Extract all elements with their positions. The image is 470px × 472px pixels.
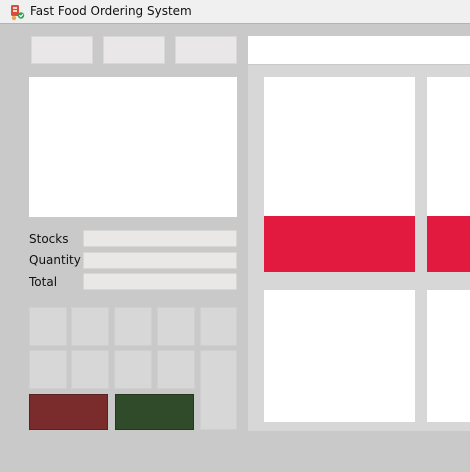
stocks-field[interactable] — [83, 230, 237, 247]
search-field[interactable] — [248, 36, 470, 64]
total-label: Total — [29, 275, 58, 289]
keypad-key-2[interactable] — [71, 307, 109, 346]
menu-card-2[interactable] — [427, 77, 470, 216]
keypad-key-4[interactable] — [157, 307, 195, 346]
menu-card-2-band[interactable] — [427, 216, 470, 272]
keypad-key-5[interactable] — [200, 307, 237, 346]
keypad-key-3[interactable] — [114, 307, 152, 346]
keypad-key-9[interactable] — [157, 350, 195, 389]
food-order-icon — [8, 3, 26, 21]
menu-card-1[interactable] — [264, 77, 415, 216]
top-button-2[interactable] — [103, 36, 165, 64]
food-order-icon-svg — [11, 5, 25, 21]
menu-card-1-band[interactable] — [264, 216, 415, 272]
total-field[interactable] — [83, 273, 237, 290]
top-button-1[interactable] — [31, 36, 93, 64]
keypad-key-1[interactable] — [29, 307, 67, 346]
keypad-tall-key[interactable] — [200, 350, 237, 430]
keypad-key-6[interactable] — [29, 350, 67, 389]
stocks-label: Stocks — [29, 232, 69, 246]
menu-card-4[interactable] — [427, 290, 470, 422]
item-preview — [29, 77, 237, 217]
app-window: Fast Food Ordering System Stocks Quantit… — [0, 0, 470, 472]
keypad-key-8[interactable] — [114, 350, 152, 389]
quantity-field[interactable] — [83, 252, 237, 269]
action-button-green[interactable] — [115, 394, 194, 430]
quantity-label: Quantity — [29, 253, 81, 267]
menu-card-3[interactable] — [264, 290, 415, 422]
action-button-red[interactable] — [29, 394, 108, 430]
keypad-key-7[interactable] — [71, 350, 109, 389]
top-button-3[interactable] — [175, 36, 237, 64]
window-title: Fast Food Ordering System — [30, 4, 192, 18]
title-bar: Fast Food Ordering System — [0, 0, 470, 24]
